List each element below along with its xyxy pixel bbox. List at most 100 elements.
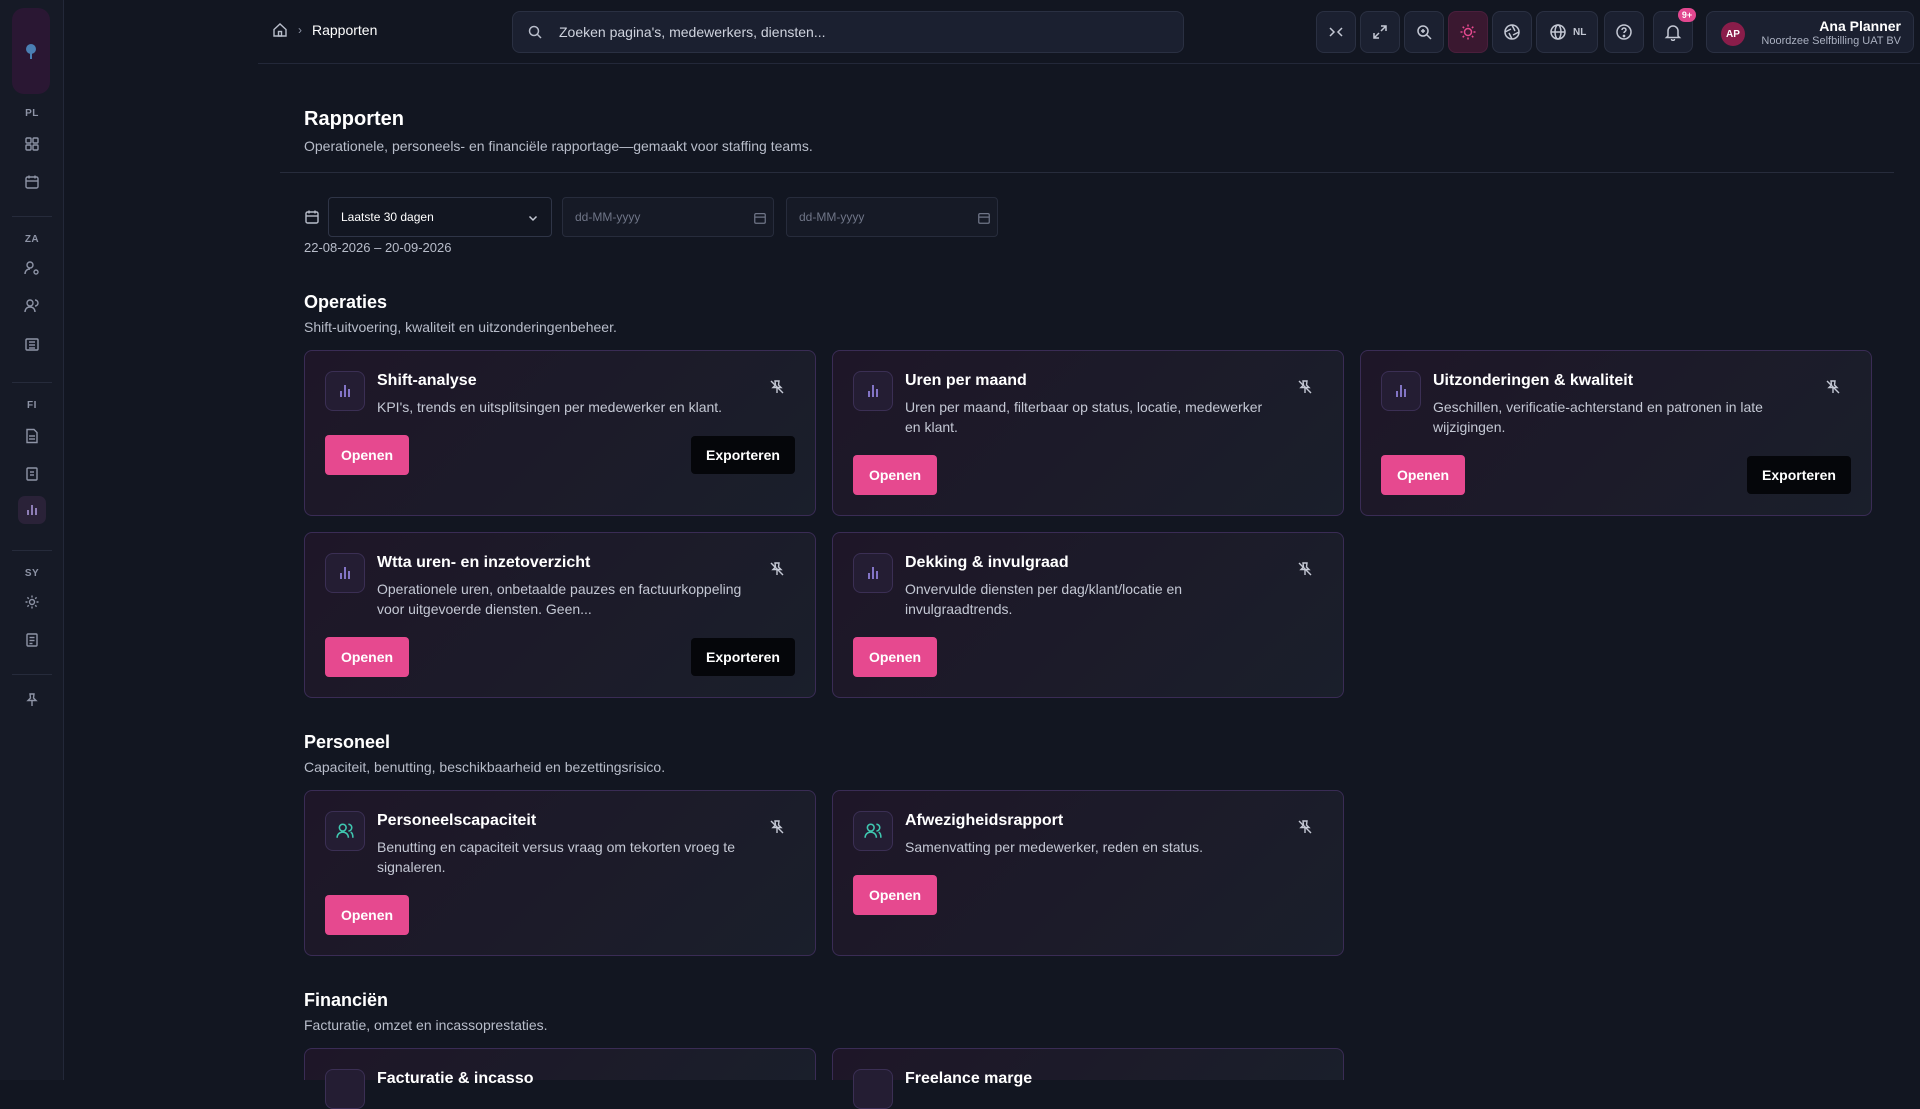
bar-chart-icon: [868, 385, 878, 397]
sun-icon: [1460, 24, 1476, 40]
section-title: Personeel: [304, 732, 391, 752]
pin-icon: [26, 693, 38, 706]
page-title: Rapporten: [304, 108, 404, 130]
card-title: Personeelscapaciteit: [377, 812, 537, 829]
help-button[interactable]: [1604, 11, 1644, 53]
notifications-badge: 9+: [1678, 8, 1696, 22]
card-description: Samenvatting per medewerker, reden en st…: [905, 839, 1204, 855]
bell-icon: [1664, 25, 1682, 41]
report-card: Personeelscapaciteit Benutting en capaci…: [304, 790, 816, 956]
sidebar-section-label: SY: [24, 568, 40, 579]
sidebar-item-clients[interactable]: [18, 330, 46, 358]
card-title: Facturatie & incasso: [377, 1070, 534, 1087]
open-button[interactable]: Openen: [853, 637, 937, 677]
calendar-icon: [25, 175, 39, 189]
card-title: Uitzonderingen & kwaliteit: [1433, 372, 1634, 389]
user-name: Ana Planner: [1819, 18, 1901, 34]
open-button[interactable]: Openen: [853, 875, 937, 915]
bar-chart-icon: [27, 505, 37, 515]
report-card: Dekking & invulgraad Onvervulde diensten…: [832, 532, 1344, 698]
aperture-icon: [1504, 24, 1520, 40]
calendar-icon[interactable]: [753, 211, 767, 225]
grid-icon: [25, 137, 39, 151]
user-organization: Noordzee Selfbilling UAT BV: [1761, 35, 1901, 47]
theme-toggle-button[interactable]: [1448, 11, 1488, 53]
card-title: Dekking & invulgraad: [905, 554, 1069, 571]
bar-chart-icon: [868, 567, 878, 579]
sidebar-section-label: ZA: [24, 234, 40, 245]
sidebar-item-employees[interactable]: [18, 292, 46, 320]
sidebar-item-finance[interactable]: [18, 460, 46, 488]
sidebar-item-settings[interactable]: [18, 588, 46, 616]
card-title: Uren per maand: [905, 372, 1027, 389]
appearance-button[interactable]: [1492, 11, 1532, 53]
open-button[interactable]: Openen: [325, 637, 409, 677]
pin-off-icon: [1826, 380, 1840, 394]
sidebar-section-label: PL: [25, 108, 39, 119]
building-icon: [25, 338, 39, 351]
calendar-icon: [305, 210, 319, 224]
card-description: Benutting en capaciteit versus vraag om …: [377, 839, 735, 875]
notifications-button[interactable]: 9+: [1653, 8, 1696, 53]
fullscreen-button[interactable]: [1360, 11, 1400, 53]
card-description: Uren per maand, filterbaar op status, lo…: [905, 399, 1263, 435]
export-button[interactable]: Exporteren: [1747, 456, 1851, 494]
sidebar-item-employee[interactable]: [18, 254, 46, 282]
home-icon[interactable]: [272, 22, 288, 38]
sidebar-pin-toggle[interactable]: [18, 686, 46, 714]
sidebar-item-reports[interactable]: [18, 496, 46, 524]
date-to-placeholder: dd-MM-yyyy: [799, 210, 865, 224]
period-select[interactable]: Laatste 30 dagen: [328, 197, 552, 237]
user-settings-icon: [24, 261, 39, 275]
help-circle-icon: [1616, 24, 1632, 40]
expand-icon: [1373, 25, 1387, 39]
language-label: NL: [1573, 26, 1587, 38]
pin-off-icon: [770, 820, 784, 834]
sidebar-rail: PL ZA FI SY: [0, 0, 64, 1080]
open-button[interactable]: Openen: [853, 455, 937, 495]
zoom-in-icon: [1417, 25, 1432, 40]
date-from-field[interactable]: dd-MM-yyyy: [562, 197, 774, 237]
card-title: Freelance marge: [905, 1070, 1033, 1087]
avatar: AP: [1721, 22, 1745, 46]
sidebar-item-planning[interactable]: [18, 168, 46, 196]
breadcrumb: › Rapporten: [272, 22, 377, 38]
card-description: KPI's, trends en uitsplitsingen per mede…: [377, 399, 723, 415]
export-button[interactable]: Exporteren: [691, 436, 795, 474]
page-subtitle: Operationele, personeels- en financiële …: [304, 138, 813, 154]
sidebar-item-invoices[interactable]: [18, 422, 46, 450]
language-switcher[interactable]: NL: [1536, 11, 1598, 53]
zoom-button[interactable]: [1404, 11, 1444, 53]
date-to-field[interactable]: dd-MM-yyyy: [786, 197, 998, 237]
report-card: Afwezigheidsrapport Samenvatting per med…: [832, 790, 1344, 956]
document-icon: [26, 428, 38, 444]
section-subtitle: Capaciteit, benutting, beschikbaarheid e…: [304, 759, 666, 775]
open-button[interactable]: Openen: [325, 435, 409, 475]
sidebar-item-logs[interactable]: [18, 626, 46, 654]
gear-icon: [25, 595, 39, 609]
sidebar-item-dashboard[interactable]: [18, 130, 46, 158]
pin-off-icon: [1298, 380, 1312, 394]
card-title: Shift-analyse: [377, 372, 477, 389]
section-subtitle: Shift-uitvoering, kwaliteit en uitzonder…: [304, 319, 617, 335]
app-logo[interactable]: [12, 8, 50, 94]
open-button[interactable]: Openen: [1381, 455, 1465, 495]
logo-icon: [26, 44, 36, 59]
user-menu[interactable]: AP Ana Planner Noordzee Selfbilling UAT …: [1706, 11, 1914, 53]
chevron-right-icon: ›: [298, 23, 302, 37]
global-search[interactable]: [512, 11, 1184, 53]
bar-chart-icon: [340, 385, 350, 397]
section-title: Operaties: [304, 292, 388, 312]
search-input[interactable]: [559, 24, 1119, 40]
date-range-label: 22-08-2026 – 20-09-2026: [304, 240, 452, 255]
calendar-icon[interactable]: [977, 211, 991, 225]
card-title: Wtta uren- en inzetoverzicht: [377, 554, 591, 571]
period-select-value: Laatste 30 dagen: [341, 210, 434, 224]
sidebar-section-label: FI: [27, 400, 37, 411]
date-from-placeholder: dd-MM-yyyy: [575, 210, 641, 224]
export-button[interactable]: Exporteren: [691, 638, 795, 676]
open-button[interactable]: Openen: [325, 895, 409, 935]
breadcrumb-current: Rapporten: [312, 22, 378, 38]
collapse-sidebar-button[interactable]: [1316, 11, 1356, 53]
card-title: Afwezigheidsrapport: [905, 812, 1064, 829]
